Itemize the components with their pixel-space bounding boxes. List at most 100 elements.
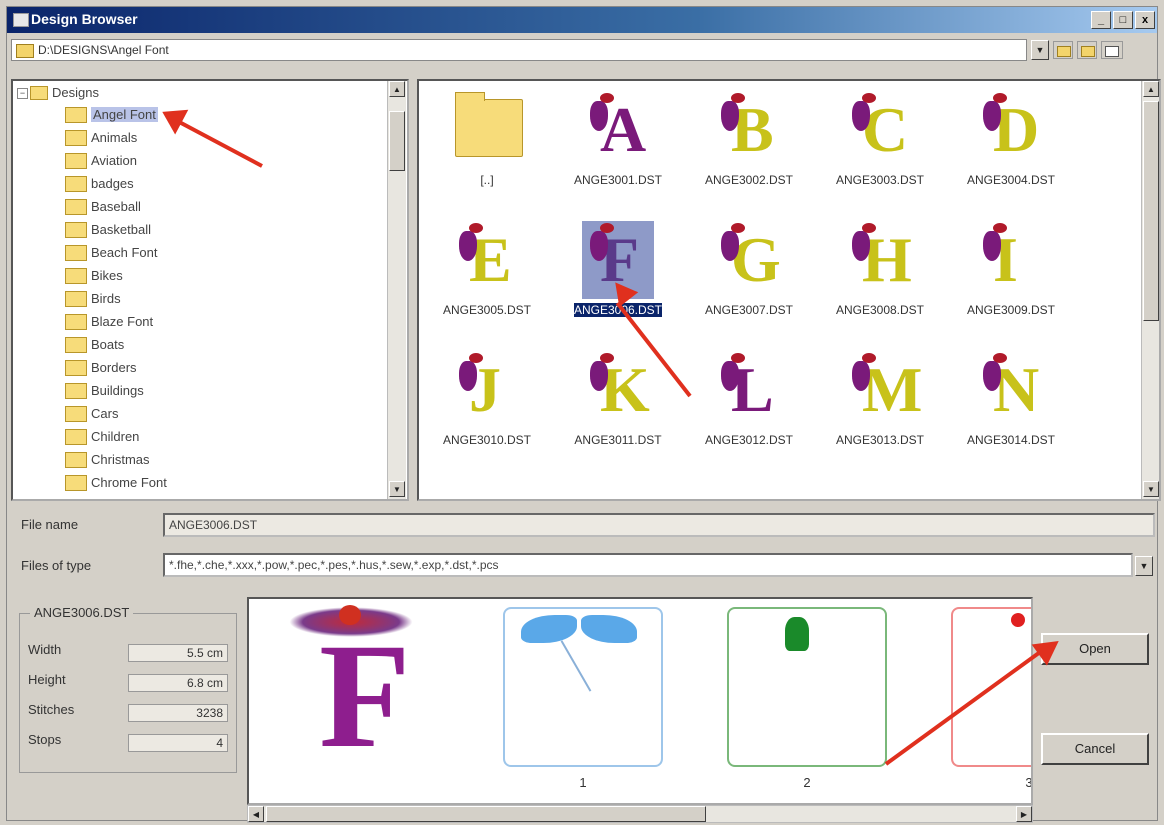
tree-item[interactable]: Beach Font (65, 243, 158, 263)
tree-item[interactable]: Chrome Font (65, 473, 167, 493)
color-stop-2[interactable] (727, 607, 887, 767)
scroll-left-arrow[interactable]: ◀ (248, 806, 264, 822)
stop-number-2: 2 (803, 775, 811, 790)
stop-number-3: 3 (1025, 775, 1033, 790)
scroll-thumb[interactable] (266, 806, 706, 822)
file-item[interactable]: I ANGE3009.DST (947, 215, 1075, 335)
tree-item[interactable]: Buildings (65, 381, 144, 401)
minimize-button[interactable]: _ (1091, 11, 1111, 29)
file-name-label: ANGE3007.DST (704, 303, 794, 317)
info-label: Stitches (28, 702, 75, 717)
design-thumbnail: K (582, 351, 654, 429)
wing-image (600, 223, 614, 233)
file-item[interactable]: C ANGE3003.DST (816, 85, 944, 205)
tree-item-label: Aviation (91, 153, 138, 168)
file-item[interactable]: B ANGE3002.DST (685, 85, 813, 205)
wing-image (993, 353, 1007, 363)
tree-item[interactable]: Blaze Font (65, 312, 153, 332)
path-combo[interactable]: D:\DESIGNS\Angel Font (11, 39, 1027, 61)
file-item[interactable]: F ANGE3006.DST (554, 215, 682, 335)
new-folder-icon (1081, 46, 1095, 57)
folder-icon (65, 221, 87, 238)
wings-stitch-image (521, 615, 577, 643)
tree-item[interactable]: Bikes (65, 266, 123, 286)
up-folder-button[interactable] (1053, 41, 1073, 59)
file-grid[interactable]: [..] A ANGE3001.DST B ANGE3002.DST C ANGE3003.… (417, 79, 1161, 501)
scroll-down-arrow[interactable]: ▼ (1143, 481, 1159, 497)
file-name-label: ANGE3012.DST (704, 433, 794, 447)
path-dropdown-arrow[interactable]: ▼ (1031, 40, 1049, 60)
files-scrollbar[interactable]: ▲ ▼ (1141, 81, 1159, 499)
file-name-field[interactable]: ANGE3006.DST (163, 513, 1155, 537)
collapse-icon[interactable]: − (17, 88, 28, 100)
file-item[interactable]: A ANGE3001.DST (554, 85, 682, 205)
app-icon (13, 13, 29, 27)
info-value: 6.8 cm (128, 674, 228, 692)
wing-image (469, 223, 483, 233)
tree-item[interactable]: Angel Font (65, 105, 158, 125)
design-thumbnail: I (975, 221, 1047, 299)
tree-item[interactable]: Basketball (65, 220, 151, 240)
tree-item[interactable]: Birds (65, 289, 121, 309)
scroll-right-arrow[interactable]: ▶ (1016, 806, 1032, 822)
preview-letter: F (319, 613, 411, 779)
info-value: 5.5 cm (128, 644, 228, 662)
folder-icon (65, 290, 87, 307)
design-letter: H (862, 224, 912, 295)
design-letter: C (862, 94, 909, 165)
folder-icon (30, 85, 48, 100)
file-item[interactable]: E ANGE3005.DST (423, 215, 551, 335)
scroll-up-arrow[interactable]: ▲ (1143, 81, 1159, 97)
scroll-down-arrow[interactable]: ▼ (389, 481, 405, 497)
parent-folder-icon (455, 92, 523, 157)
color-stop-1[interactable] (503, 607, 663, 767)
tree-item[interactable]: Christmas (65, 450, 150, 470)
tree-item[interactable]: Boats (65, 335, 124, 355)
file-item[interactable]: D ANGE3004.DST (947, 85, 1075, 205)
tree-item[interactable]: Aviation (65, 151, 137, 171)
file-item[interactable]: G ANGE3007.DST (685, 215, 813, 335)
tree-item[interactable]: Cars (65, 404, 118, 424)
files-of-type-dropdown-arrow[interactable]: ▼ (1135, 556, 1153, 576)
folder-tree[interactable]: − Designs Angel Font Animals Aviation badges… (11, 79, 409, 501)
file-item[interactable]: L ANGE3012.DST (685, 345, 813, 465)
close-button[interactable]: x (1135, 11, 1155, 29)
folder-icon (65, 359, 87, 376)
tree-scrollbar[interactable]: ▲ ▼ (387, 81, 406, 499)
title-bar[interactable]: Design Browser _ □ x (7, 7, 1157, 33)
fairy-image (590, 101, 608, 131)
tree-item[interactable]: Borders (65, 358, 137, 378)
scroll-thumb[interactable] (389, 111, 405, 171)
preview-hscrollbar[interactable]: ◀ ▶ (247, 805, 1033, 823)
view-mode-button[interactable] (1101, 41, 1123, 59)
tree-item[interactable]: Baseball (65, 197, 141, 217)
cancel-button[interactable]: Cancel (1041, 733, 1149, 765)
file-item[interactable]: H ANGE3008.DST (816, 215, 944, 335)
maximize-button[interactable]: □ (1113, 11, 1133, 29)
file-name-label: ANGE3001.DST (573, 173, 663, 187)
tree-item[interactable]: badges (65, 174, 134, 194)
files-of-type-select[interactable]: *.fhe,*.che,*.xxx,*.pow,*.pec,*.pes,*.hu… (163, 553, 1133, 577)
info-label: Stops (28, 732, 62, 747)
fairy-image (983, 101, 1001, 131)
tree-item-label: Chrome Font (91, 475, 167, 490)
fairy-image (852, 361, 870, 391)
tree-item[interactable]: Children (65, 427, 139, 447)
scroll-thumb[interactable] (1143, 101, 1159, 321)
file-item[interactable]: J ANGE3010.DST (423, 345, 551, 465)
scroll-up-arrow[interactable]: ▲ (389, 81, 405, 97)
fairy-image (852, 101, 870, 131)
folder-icon (65, 244, 87, 261)
new-folder-button[interactable] (1077, 41, 1097, 59)
parent-folder-item[interactable]: [..] (423, 85, 551, 205)
tree-item[interactable]: Animals (65, 128, 137, 148)
tree-root[interactable]: − Designs (17, 83, 99, 103)
design-letter: A (600, 94, 647, 165)
file-name-label: [..] (480, 173, 494, 187)
tree-item-label: Baseball (91, 199, 141, 214)
file-item[interactable]: M ANGE3013.DST (816, 345, 944, 465)
file-item[interactable]: N ANGE3014.DST (947, 345, 1075, 465)
tree-item-label: Cars (91, 406, 119, 421)
fairy-image (590, 231, 608, 261)
info-label: Height (28, 672, 66, 687)
